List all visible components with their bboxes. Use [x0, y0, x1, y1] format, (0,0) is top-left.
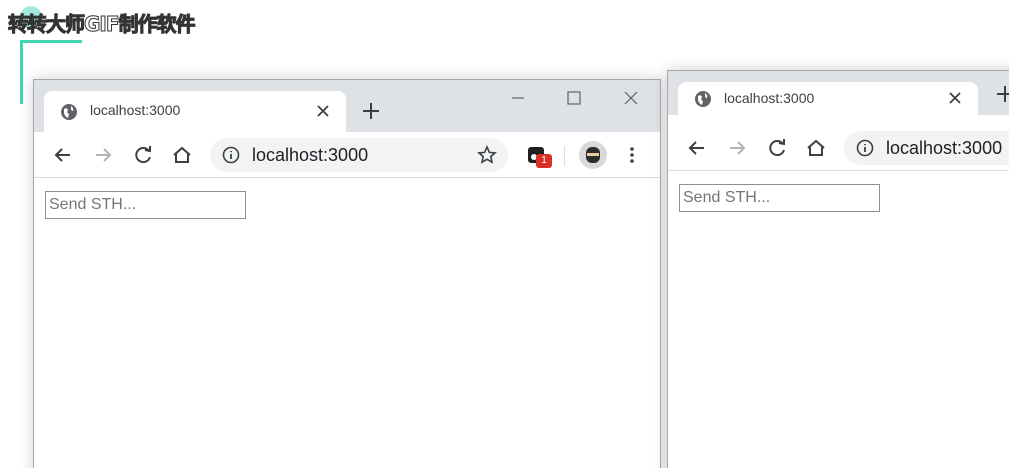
page-content	[668, 171, 1009, 468]
url-text: localhost:3000	[886, 138, 1003, 158]
close-icon[interactable]	[944, 87, 966, 109]
toolbar: localhost:3000 1	[34, 132, 660, 178]
kebab-menu-icon[interactable]	[620, 143, 644, 167]
send-input[interactable]	[45, 191, 246, 219]
star-icon[interactable]	[476, 144, 498, 166]
browser-window-2: localhost:3000 localhost:3000	[667, 70, 1009, 468]
tab-localhost[interactable]: localhost:3000	[678, 82, 978, 115]
extension-button[interactable]: 1	[524, 142, 552, 168]
avatar[interactable]	[579, 141, 607, 169]
home-icon[interactable]	[804, 136, 828, 160]
back-arrow-icon[interactable]	[685, 136, 709, 160]
window-close-icon[interactable]	[621, 88, 641, 108]
globe-icon	[695, 91, 711, 107]
info-icon[interactable]	[222, 146, 240, 164]
url-text: localhost:3000	[252, 145, 369, 165]
watermark-frame-top	[20, 40, 82, 43]
tab-localhost[interactable]: localhost:3000	[44, 91, 346, 132]
extension-badge: 1	[536, 154, 552, 168]
plus-icon[interactable]	[360, 100, 382, 122]
reload-icon[interactable]	[131, 143, 155, 167]
forward-arrow-icon[interactable]	[91, 143, 115, 167]
tab-title: localhost:3000	[90, 102, 181, 118]
toolbar: localhost:3000	[668, 115, 1009, 171]
close-icon[interactable]	[312, 100, 334, 122]
profile-ninja-icon	[579, 141, 607, 169]
reload-icon[interactable]	[765, 136, 789, 160]
tab-strip: localhost:3000	[668, 71, 1009, 115]
watermark-frame-left	[20, 40, 23, 104]
address-bar[interactable]: localhost:3000	[210, 138, 508, 172]
plus-icon[interactable]	[994, 83, 1009, 105]
tab-title: localhost:3000	[724, 90, 815, 106]
page-content	[34, 178, 660, 468]
browser-window-1: localhost:3000 localhost:3000 1 Send STH…	[33, 79, 661, 468]
back-arrow-icon[interactable]	[51, 143, 75, 167]
globe-icon	[61, 104, 77, 120]
send-input[interactable]	[679, 184, 880, 212]
minimize-icon[interactable]	[508, 88, 528, 108]
forward-arrow-icon[interactable]	[725, 136, 749, 160]
home-icon[interactable]	[170, 143, 194, 167]
toolbar-separator	[564, 146, 565, 166]
info-icon[interactable]	[856, 139, 874, 157]
watermark-text: 转转大师GIF制作软件	[8, 12, 197, 37]
maximize-icon[interactable]	[564, 88, 584, 108]
tab-strip: localhost:3000	[34, 80, 660, 132]
address-bar[interactable]: localhost:3000	[844, 131, 1009, 165]
